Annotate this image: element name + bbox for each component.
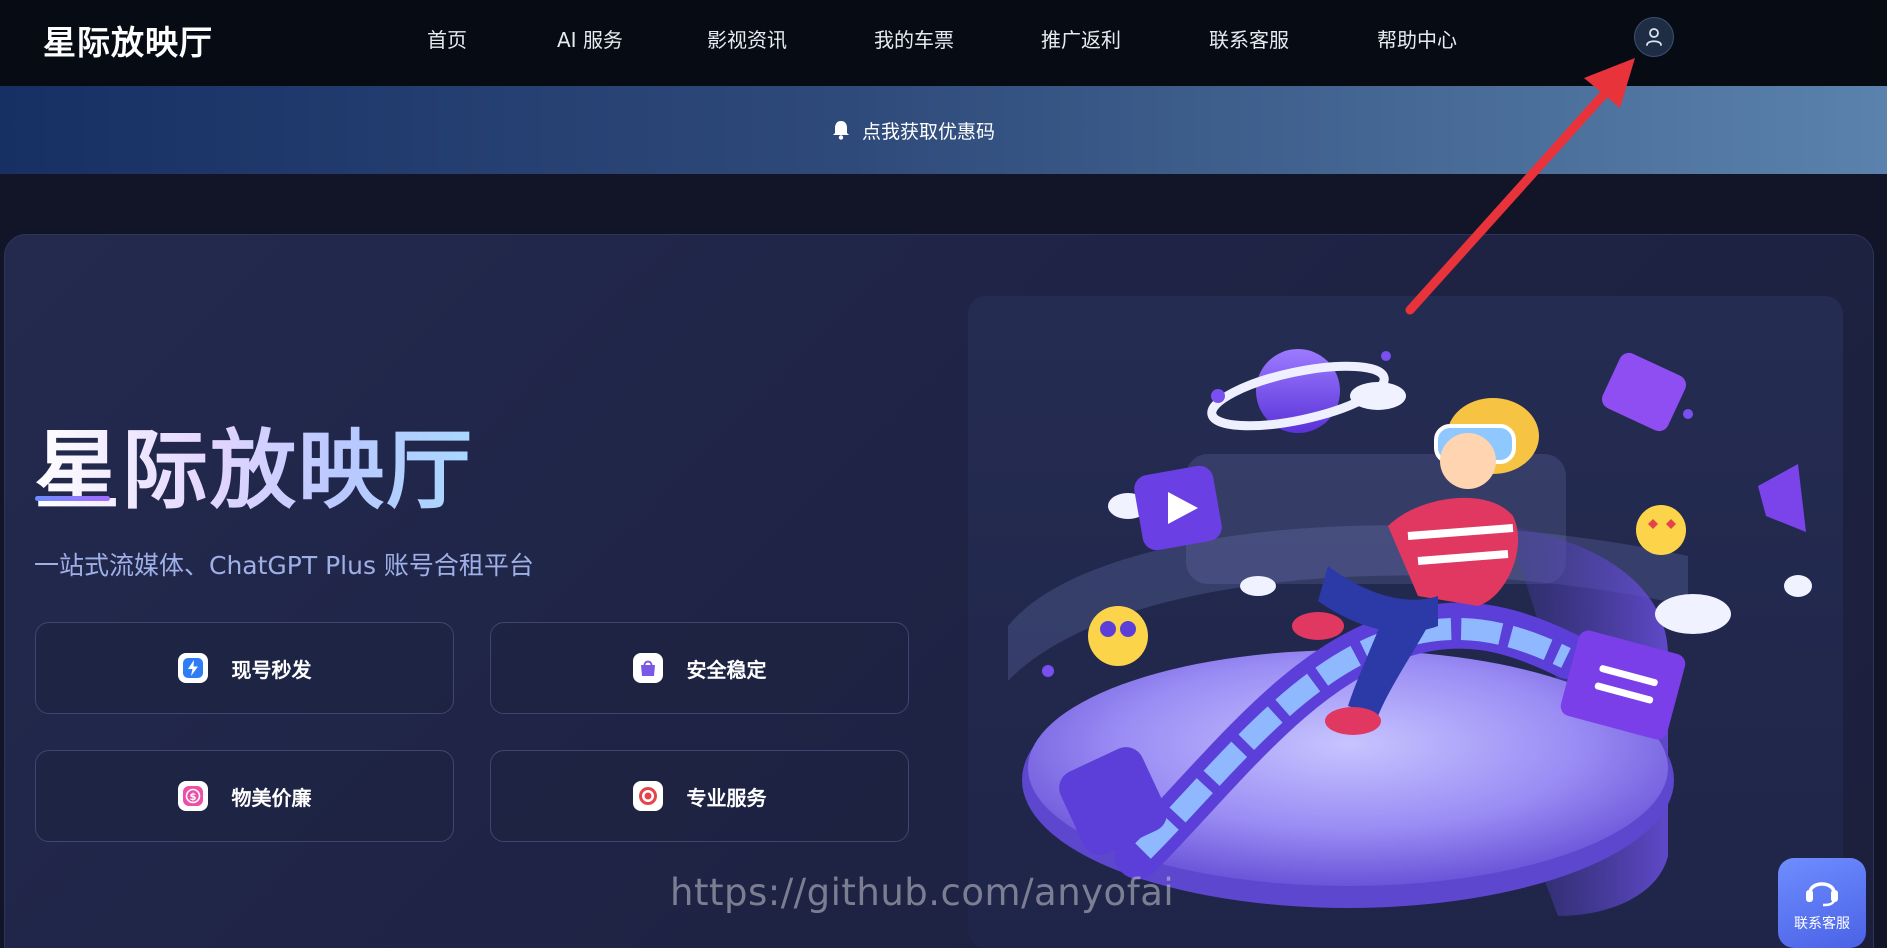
feature-good-value[interactable]: $ 物美价廉 bbox=[35, 750, 454, 842]
feature-label: 专业服务 bbox=[686, 785, 767, 810]
lightning-icon bbox=[177, 653, 208, 683]
nav-links: 首页 AI 服务 影视资讯 我的车票 推广返利 联系客服 帮助中心 bbox=[0, 0, 1887, 86]
nav-link-home[interactable]: 首页 bbox=[427, 24, 467, 53]
nav-link-referral[interactable]: 推广返利 bbox=[1041, 24, 1121, 53]
svg-text:$: $ bbox=[189, 792, 196, 803]
contact-service-label: 联系客服 bbox=[1794, 916, 1850, 932]
promo-banner-text: 点我获取优惠码 bbox=[861, 120, 995, 143]
feature-label: 物美价廉 bbox=[231, 785, 312, 810]
promo-banner[interactable]: 点我获取优惠码 bbox=[0, 86, 1887, 174]
nav-link-help[interactable]: 帮助中心 bbox=[1377, 24, 1457, 53]
target-icon bbox=[632, 781, 663, 811]
feature-label: 安全稳定 bbox=[686, 657, 767, 682]
dollar-icon: $ bbox=[177, 781, 208, 811]
headset-icon bbox=[1806, 882, 1838, 907]
feature-instant-delivery[interactable]: 现号秒发 bbox=[35, 622, 454, 714]
user-icon bbox=[1646, 28, 1662, 46]
bag-icon bbox=[632, 653, 663, 683]
top-nav: 星际放映厅 首页 AI 服务 影视资讯 我的车票 推广返利 联系客服 帮助中心 bbox=[0, 0, 1887, 86]
bell-icon bbox=[832, 121, 849, 140]
hero-illustration bbox=[968, 296, 1843, 948]
nav-link-my-tickets[interactable]: 我的车票 bbox=[874, 24, 954, 53]
nav-link-video-news[interactable]: 影视资讯 bbox=[707, 24, 787, 53]
feature-professional-service[interactable]: 专业服务 bbox=[490, 750, 909, 842]
title-underline bbox=[35, 496, 110, 501]
hero-subtitle: 一站式流媒体、ChatGPT Plus 账号合租平台 bbox=[34, 551, 534, 580]
hero-title: 星际放映厅 bbox=[34, 400, 474, 525]
nav-link-ai-service[interactable]: AI 服务 bbox=[557, 24, 623, 53]
contact-service-float-button[interactable]: 联系客服 bbox=[1778, 858, 1866, 948]
nav-link-contact[interactable]: 联系客服 bbox=[1209, 24, 1289, 53]
feature-label: 现号秒发 bbox=[231, 657, 312, 682]
watermark-url: https://github.com/anyofai bbox=[670, 871, 1175, 914]
user-account-button[interactable] bbox=[1634, 17, 1674, 57]
feature-secure-stable[interactable]: 安全稳定 bbox=[490, 622, 909, 714]
